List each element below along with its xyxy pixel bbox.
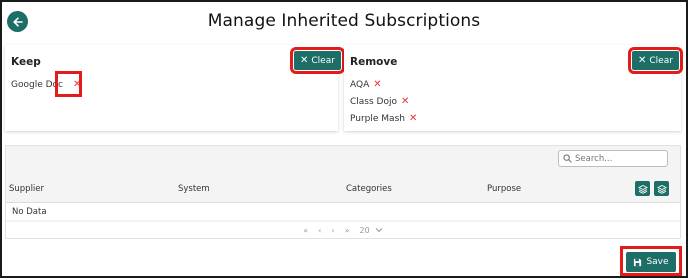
stack-down-button[interactable]: [654, 181, 669, 196]
header-divider: [6, 202, 680, 203]
next-page-button[interactable]: ›: [331, 226, 334, 235]
remove-item: AQA ✕: [350, 80, 382, 91]
remove-item-label: Class Dojo: [350, 97, 397, 107]
stack-up-button[interactable]: [635, 181, 650, 196]
remove-item-label: AQA: [350, 80, 370, 90]
empty-message: No Data: [12, 207, 47, 217]
keep-panel: Keep ✕ Clear Google Doc ✕: [5, 45, 345, 131]
search-box[interactable]: [558, 150, 668, 167]
prev-page-button[interactable]: ‹: [318, 226, 321, 235]
save-label: Save: [646, 257, 669, 267]
keep-title: Keep: [11, 56, 41, 68]
last-page-button[interactable]: »: [345, 226, 350, 235]
column-header-supplier[interactable]: Supplier: [9, 184, 44, 194]
remove-clear-label: Clear: [649, 55, 673, 66]
floppy-disk-icon: [634, 258, 642, 266]
first-page-button[interactable]: «: [303, 226, 308, 235]
layers-icon: [637, 184, 648, 194]
search-input[interactable]: [572, 153, 665, 164]
remove-x-icon[interactable]: ✕: [409, 114, 417, 124]
column-header-categories[interactable]: Categories: [346, 184, 392, 194]
save-button[interactable]: Save: [626, 252, 676, 272]
page-size-value: 20: [359, 225, 370, 235]
close-icon: ✕: [638, 55, 647, 66]
page-size-select[interactable]: 20: [360, 226, 383, 235]
column-header-purpose[interactable]: Purpose: [487, 184, 521, 194]
remove-item: Class Dojo ✕: [350, 97, 409, 108]
table-body: [6, 202, 680, 220]
remove-item-label: Purple Mash: [350, 114, 405, 124]
keep-clear-label: Clear: [311, 55, 335, 66]
layers-icon: [656, 184, 667, 194]
remove-panel: Remove ✕ Clear AQA ✕ Class Dojo ✕ Purple…: [344, 45, 683, 131]
remove-x-icon[interactable]: ✕: [401, 97, 409, 107]
remove-title: Remove: [350, 56, 398, 68]
close-icon: ✕: [300, 55, 309, 66]
page-title: Manage Inherited Subscriptions: [207, 11, 481, 31]
column-header-system[interactable]: System: [178, 184, 210, 194]
pagination: « ‹ › » 20: [6, 222, 680, 238]
highlight-box: [55, 71, 82, 97]
subscriptions-grid: Supplier System Categories Purpose No Da…: [5, 145, 681, 239]
remove-clear-button[interactable]: ✕ Clear: [628, 47, 683, 74]
remove-item: Purple Mash ✕: [350, 114, 417, 125]
chevron-down-icon: [375, 228, 383, 233]
remove-x-icon[interactable]: ✕: [373, 80, 381, 90]
search-icon: [563, 154, 572, 163]
keep-clear-button[interactable]: ✕ Clear: [290, 47, 345, 74]
